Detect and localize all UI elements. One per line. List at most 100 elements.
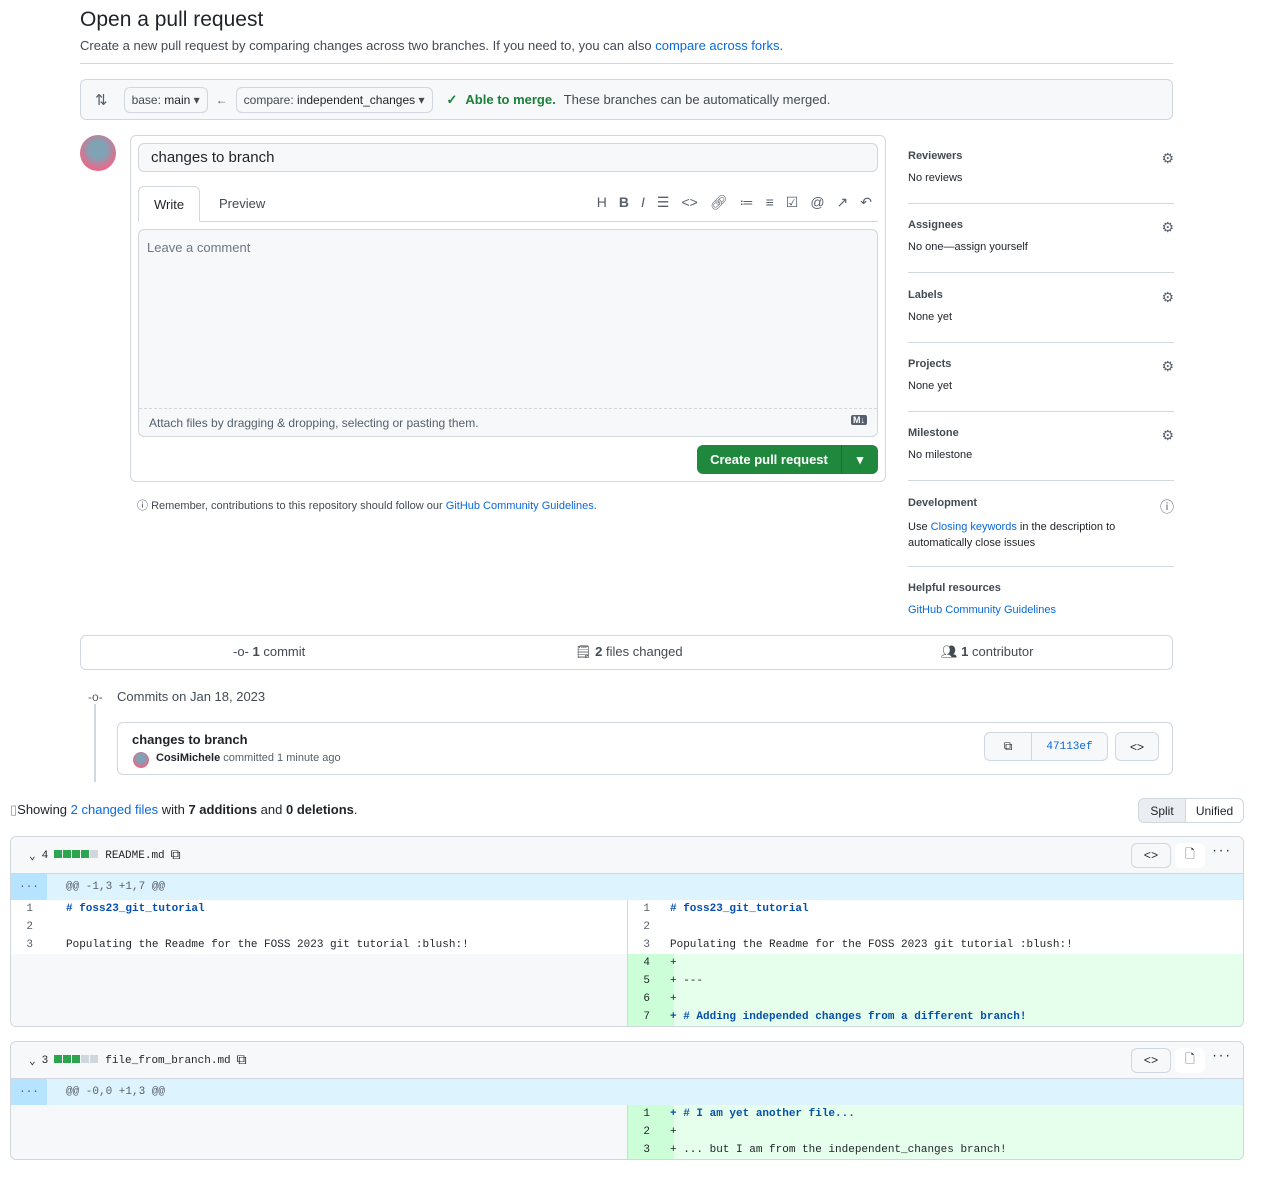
assign-yourself[interactable]: No one—assign yourself: [908, 241, 1174, 253]
closing-keywords-link[interactable]: Closing keywords: [931, 521, 1017, 533]
diff-row: 1 # foss23_git_tutorial 1 # foss23_git_tuto…: [11, 900, 1243, 918]
chevron-down-icon[interactable]: ⌄: [29, 849, 36, 863]
diff-file-header: ⌄ 4 README.md ⧉ <> 🗋︎ ···: [11, 837, 1243, 874]
empty-line: [11, 1008, 627, 1026]
changed-files-link[interactable]: 2 changed files: [71, 802, 158, 817]
view-file-button[interactable]: 🗋︎: [1175, 843, 1205, 868]
code-icon: <>: [1129, 739, 1144, 754]
files-changed-tab[interactable]: 🗒︎ 2 files changed: [575, 644, 683, 660]
empty-line: [11, 990, 627, 1008]
diffstat-block: [81, 1055, 90, 1063]
base-branch-select[interactable]: base: main ▾: [123, 86, 208, 113]
line-number[interactable]: 2: [11, 918, 57, 936]
line-number[interactable]: 3: [11, 936, 57, 954]
hunk-header: ... @@ -0,0 +1,3 @@: [11, 1079, 1243, 1105]
attach-files[interactable]: Attach files by dragging & dropping, sel…: [139, 408, 877, 436]
line-number[interactable]: 4: [628, 954, 674, 972]
unified-view-button[interactable]: Unified: [1186, 798, 1244, 823]
sidebar-assignees: Assignees No one—assign yourself ⚙: [908, 219, 1174, 273]
line-code: +: [670, 1126, 684, 1138]
task-list-icon[interactable]: ☑: [786, 194, 799, 211]
chevron-down-icon[interactable]: ⌄: [29, 1054, 36, 1068]
link-icon[interactable]: 🔗︎: [710, 194, 728, 211]
compare-forks-link[interactable]: compare across forks: [655, 38, 779, 53]
gear-icon[interactable]: ⚙: [1161, 358, 1174, 375]
expand-icon[interactable]: ...: [11, 1079, 47, 1105]
diff-row: 2 +: [11, 1123, 1243, 1141]
line-number[interactable]: 2: [628, 918, 674, 936]
file-diff-icon: 🗒︎: [575, 644, 592, 659]
copy-icon[interactable]: ⧉: [171, 848, 181, 864]
diff-file-header: ⌄ 3 file_from_branch.md ⧉ <> 🗋︎ ···: [11, 1042, 1243, 1079]
contributors-tab[interactable]: 👥︎ 1 contributor: [941, 644, 1033, 660]
quote-icon[interactable]: ☰: [657, 194, 670, 211]
people-icon: 👥︎: [941, 644, 958, 659]
gear-icon[interactable]: ⚙: [1161, 427, 1174, 444]
line-number[interactable]: 7: [628, 1008, 674, 1026]
merge-status: Able to merge.: [465, 92, 556, 107]
line-number[interactable]: 3: [628, 936, 674, 954]
commit-sha-link[interactable]: 47113ef: [1031, 732, 1108, 761]
empty-line: [11, 954, 627, 972]
reference-icon[interactable]: ↗: [837, 194, 849, 211]
bold-icon[interactable]: B: [619, 194, 629, 211]
copy-sha-button[interactable]: ⧉: [984, 732, 1032, 761]
change-count: 3: [41, 1055, 49, 1067]
file-icon: 🗋︎: [1185, 1053, 1195, 1067]
guidelines-link[interactable]: GitHub Community Guidelines: [446, 500, 594, 512]
commit-item: changes to branch CosiMichele committed …: [117, 722, 1173, 775]
line-number[interactable]: 5: [628, 972, 674, 990]
diff-line: 1 + # I am yet another file...: [627, 1105, 1243, 1123]
diffstat-block: [63, 1055, 72, 1063]
line-number[interactable]: 1: [628, 1105, 674, 1123]
copy-icon[interactable]: ⧉: [237, 1053, 247, 1069]
more-options-icon[interactable]: ···: [1211, 1051, 1231, 1063]
line-number[interactable]: 1: [628, 900, 674, 918]
code-icon[interactable]: <>: [681, 194, 697, 211]
line-number[interactable]: 6: [628, 990, 674, 1008]
line-number[interactable]: 1: [11, 900, 57, 918]
dropdown-caret-icon[interactable]: ▾: [842, 452, 878, 468]
compare-branch-select[interactable]: compare: independent_changes ▾: [235, 86, 433, 113]
gear-icon[interactable]: ⚙: [1161, 219, 1174, 236]
split-view-button[interactable]: Split: [1138, 798, 1186, 823]
browse-code-button[interactable]: <>: [1115, 732, 1159, 761]
commit-message[interactable]: changes to branch: [132, 732, 248, 747]
mention-icon[interactable]: @: [810, 194, 824, 211]
create-pull-request-button[interactable]: Create pull request ▾: [697, 445, 878, 474]
italic-icon[interactable]: I: [641, 194, 645, 211]
gear-icon[interactable]: ⚙: [1161, 150, 1174, 167]
file-name[interactable]: file_from_branch.md: [105, 1055, 230, 1067]
code-icon: <>: [1143, 1053, 1159, 1068]
empty-line: [11, 1141, 627, 1159]
more-options-icon[interactable]: ···: [1211, 846, 1231, 858]
comment-textarea[interactable]: Leave a comment Attach files by dragging…: [138, 229, 878, 437]
tab-preview[interactable]: Preview: [204, 186, 280, 222]
diff-line: 5 + ---: [627, 972, 1243, 990]
view-code-button[interactable]: <>: [1131, 1048, 1171, 1073]
view-file-button[interactable]: 🗋︎: [1175, 1048, 1205, 1073]
hunk-text: @@ -0,0 +1,3 @@: [66, 1086, 166, 1098]
gear-icon[interactable]: ⚙: [1161, 289, 1174, 306]
guidelines-note: ⓘ Remember, contributions to this reposi…: [137, 500, 597, 512]
file-name[interactable]: README.md: [105, 850, 164, 862]
commits-tab[interactable]: -o- 1 commit: [233, 644, 305, 659]
ordered-list-icon[interactable]: ≡: [766, 194, 774, 211]
commit-author[interactable]: CosiMichele: [156, 752, 220, 764]
unordered-list-icon[interactable]: ≔: [740, 194, 754, 211]
change-count: 4: [41, 850, 49, 862]
info-icon[interactable]: ⓘ: [1160, 497, 1174, 517]
view-code-button[interactable]: <>: [1131, 843, 1171, 868]
line-number[interactable]: 2: [628, 1123, 674, 1141]
sidebar-reviewers: Reviewers No reviews ⚙: [908, 150, 1174, 204]
tab-write[interactable]: Write: [138, 186, 201, 222]
line-number[interactable]: 3: [628, 1141, 674, 1159]
pr-stats-bar: -o- 1 commit 🗒︎ 2 files changed 👥︎ 1 con…: [80, 635, 1173, 670]
community-guidelines-link[interactable]: GitHub Community Guidelines: [908, 604, 1056, 616]
undo-icon[interactable]: ↶: [860, 194, 872, 211]
line-code: # foss23_git_tutorial: [670, 903, 809, 915]
heading-icon[interactable]: H: [597, 194, 607, 211]
empty-line: [11, 972, 627, 990]
expand-icon[interactable]: ...: [11, 874, 47, 900]
pr-title-input[interactable]: changes to branch: [138, 143, 878, 172]
